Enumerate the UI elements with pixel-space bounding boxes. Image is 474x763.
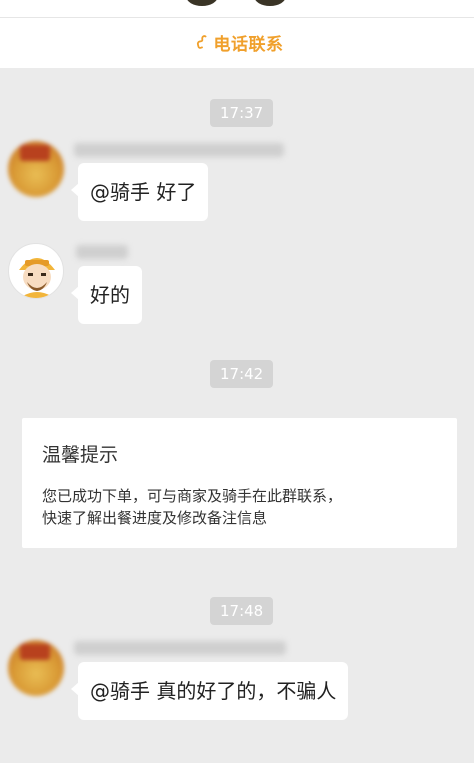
- shop-avatar[interactable]: [8, 141, 64, 197]
- shop-avatar[interactable]: [8, 640, 64, 696]
- member-avatar[interactable]: [186, 0, 218, 6]
- sender-name-blurred: [74, 143, 284, 157]
- system-tip-card: 温馨提示 您已成功下单，可与商家及骑手在此群联系， 快速了解出餐进度及修改备注信…: [22, 418, 457, 548]
- message-bubble[interactable]: 好的: [71, 266, 142, 324]
- rider-face-icon: [19, 258, 55, 298]
- tip-title: 温馨提示: [42, 444, 119, 466]
- timestamp: 17:42: [210, 360, 274, 388]
- phone-contact-button[interactable]: 电话联系: [0, 24, 474, 60]
- sender-name-blurred: [74, 641, 286, 655]
- tip-line-2: 快速了解出餐进度及修改备注信息: [42, 509, 268, 527]
- rider-avatar[interactable]: [8, 243, 64, 299]
- phone-icon: [196, 35, 207, 49]
- message-bubble[interactable]: @骑手 好了: [70, 163, 209, 221]
- tip-line-1: 您已成功下单，可与商家及骑手在此群联系，: [42, 487, 343, 505]
- sender-name-blurred: [76, 245, 128, 259]
- message-bubble[interactable]: @骑手 真的好了的，不骗人: [70, 662, 349, 720]
- timestamp: 17:48: [210, 597, 274, 625]
- member-avatar[interactable]: [254, 0, 286, 6]
- chat-header: 电话联系: [0, 0, 474, 68]
- header-divider: [0, 17, 474, 18]
- timestamp: 17:37: [210, 99, 274, 127]
- phone-contact-label: 电话联系: [213, 34, 284, 55]
